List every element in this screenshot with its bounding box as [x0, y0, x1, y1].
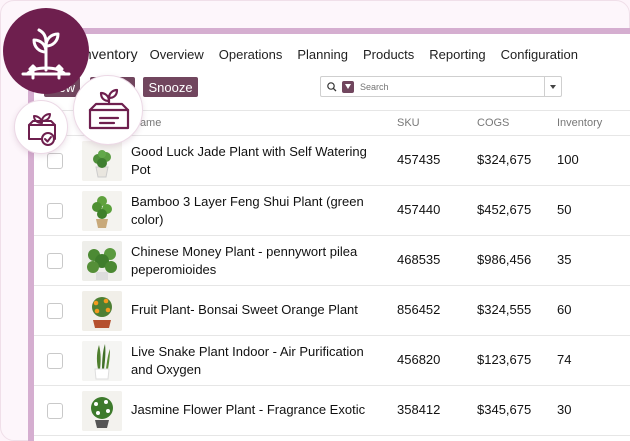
- snake-plant-icon: [82, 341, 122, 381]
- nav-item-products[interactable]: Products: [363, 47, 414, 62]
- bamboo-plant-icon: [82, 191, 122, 231]
- column-header-inventory[interactable]: Inventory: [557, 117, 602, 129]
- product-inventory: 60: [557, 302, 572, 317]
- top-nav: Inventory Overview Operations Planning P…: [80, 44, 593, 64]
- product-cogs: $345,675: [477, 402, 532, 417]
- row-checkbox[interactable]: [47, 153, 63, 169]
- nav-item-configuration[interactable]: Configuration: [501, 47, 578, 62]
- product-cogs: $452,675: [477, 202, 532, 217]
- search-bar[interactable]: [320, 76, 562, 97]
- chevron-down-icon[interactable]: [550, 85, 556, 89]
- row-checkbox[interactable]: [47, 303, 63, 319]
- product-inventory: 100: [557, 152, 579, 167]
- product-sku: 856452: [397, 302, 441, 317]
- product-inventory: 74: [557, 352, 572, 367]
- product-cogs: $986,456: [477, 252, 532, 267]
- product-inventory: 30: [557, 402, 572, 417]
- product-name[interactable]: Live Snake Plant Indoor - Air Purificati…: [131, 343, 381, 379]
- product-name[interactable]: Bamboo 3 Layer Feng Shui Plant (green co…: [131, 193, 381, 229]
- table-row[interactable]: Jasmine Flower Plant - Fragrance Exotic …: [34, 386, 630, 436]
- search-input[interactable]: [360, 81, 540, 92]
- product-cogs: $123,675: [477, 352, 532, 367]
- search-icon: [325, 80, 339, 94]
- nav-item-planning[interactable]: Planning: [297, 47, 348, 62]
- window-top-border: [28, 28, 630, 34]
- box-check-icon: [14, 100, 68, 154]
- product-cogs: $324,555: [477, 302, 532, 317]
- money-plant-icon: [82, 241, 122, 281]
- column-header-cogs[interactable]: COGS: [477, 117, 509, 129]
- product-sku: 457435: [397, 152, 441, 167]
- product-name[interactable]: Chinese Money Plant - pennywort pilea pe…: [131, 243, 381, 279]
- product-sku: 468535: [397, 252, 441, 267]
- table-row[interactable]: Fruit Plant- Bonsai Sweet Orange Plant 8…: [34, 286, 630, 336]
- table-row[interactable]: Chinese Money Plant - pennywort pilea pe…: [34, 236, 630, 286]
- table-row[interactable]: Live Snake Plant Indoor - Air Purificati…: [34, 336, 630, 386]
- row-checkbox[interactable]: [47, 403, 63, 419]
- row-checkbox[interactable]: [47, 353, 63, 369]
- product-cogs: $324,675: [477, 152, 532, 167]
- jade-plant-icon: [82, 141, 122, 181]
- box-plant-icon: [73, 75, 143, 145]
- jasmine-plant-icon: [82, 391, 122, 431]
- table-row[interactable]: Bamboo 3 Layer Feng Shui Plant (green co…: [34, 186, 630, 236]
- product-sku: 456820: [397, 352, 441, 367]
- nav-item-overview[interactable]: Overview: [150, 47, 204, 62]
- product-inventory: 35: [557, 252, 572, 267]
- product-inventory: 50: [557, 202, 572, 217]
- row-checkbox[interactable]: [47, 253, 63, 269]
- product-sku: 457440: [397, 202, 441, 217]
- snooze-button[interactable]: Snooze: [143, 77, 198, 97]
- row-checkbox[interactable]: [47, 203, 63, 219]
- filter-icon[interactable]: [342, 80, 354, 93]
- product-name[interactable]: Good Luck Jade Plant with Self Watering …: [131, 143, 381, 179]
- product-sku: 358412: [397, 402, 441, 417]
- product-name[interactable]: Fruit Plant- Bonsai Sweet Orange Plant: [131, 301, 381, 319]
- orange-bonsai-icon: [82, 291, 122, 331]
- nav-item-operations[interactable]: Operations: [219, 47, 283, 62]
- nav-item-reporting[interactable]: Reporting: [429, 47, 485, 62]
- product-name[interactable]: Jasmine Flower Plant - Fragrance Exotic: [131, 401, 381, 419]
- column-header-sku[interactable]: SKU: [397, 117, 420, 129]
- search-divider: [544, 77, 545, 96]
